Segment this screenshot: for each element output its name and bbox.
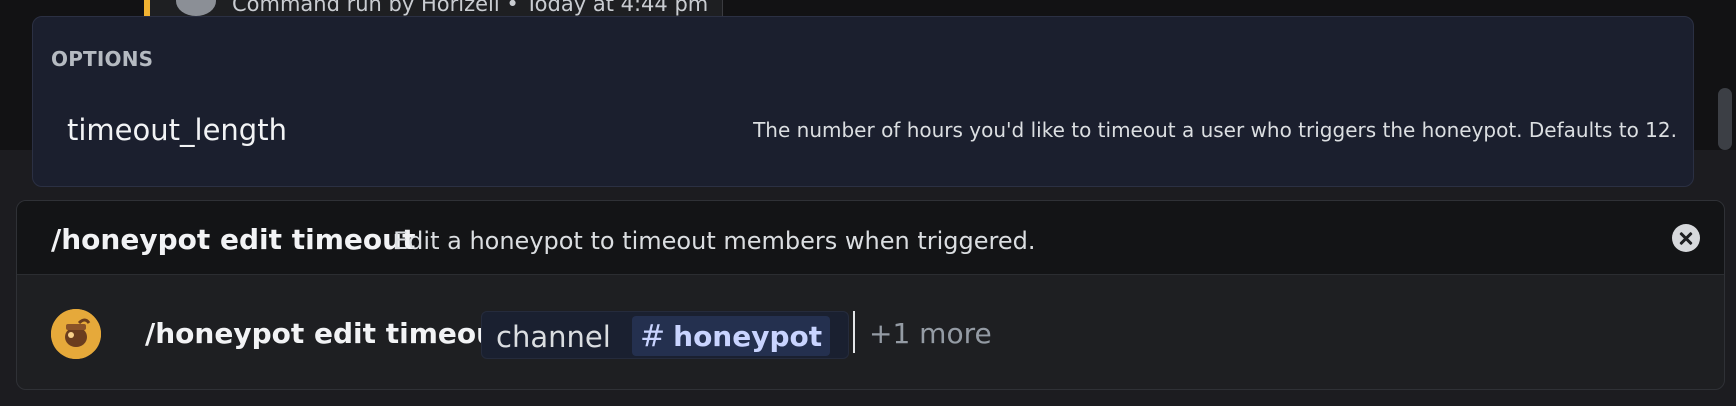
- command-preview-description: Edit a honeypot to timeout members when …: [393, 227, 1036, 255]
- channel-mention[interactable]: # honeypot: [632, 316, 831, 356]
- bot-avatar: [51, 309, 101, 359]
- option-name: timeout_length: [67, 113, 287, 147]
- channel-hash-icon: #: [640, 318, 666, 354]
- more-options-button[interactable]: +1 more: [869, 317, 992, 350]
- command-preview-header: /honeypot edit timeout Edit a honeypot t…: [17, 201, 1724, 275]
- close-icon[interactable]: [1672, 224, 1700, 252]
- text-caret: [853, 311, 855, 353]
- honeypot-bot-icon: [51, 309, 101, 359]
- message-meta: Command run by Horizell • Today at 4:44 …: [232, 0, 709, 16]
- command-input-box: /honeypot edit timeout Edit a honeypot t…: [16, 200, 1725, 390]
- scrollbar-thumb[interactable]: [1718, 88, 1732, 150]
- parameter-pill-channel[interactable]: channel # honeypot: [481, 311, 849, 359]
- option-item-timeout-length[interactable]: timeout_length The number of hours you'd…: [45, 107, 1681, 157]
- option-description: The number of hours you'd like to timeou…: [753, 118, 1677, 142]
- options-popup: OPTIONS timeout_length The number of hou…: [32, 16, 1694, 187]
- parameter-name: channel: [496, 320, 611, 354]
- message-input[interactable]: /honeypot edit timeout channel # honeypo…: [17, 275, 1724, 389]
- command-preview-name: /honeypot edit timeout: [51, 223, 416, 256]
- input-command-text: /honeypot edit timeout: [145, 317, 510, 350]
- options-header: OPTIONS: [51, 47, 154, 71]
- channel-mention-label: honeypot: [673, 319, 823, 353]
- discord-chat-area: Command run by Horizell • Today at 4:44 …: [0, 0, 1736, 406]
